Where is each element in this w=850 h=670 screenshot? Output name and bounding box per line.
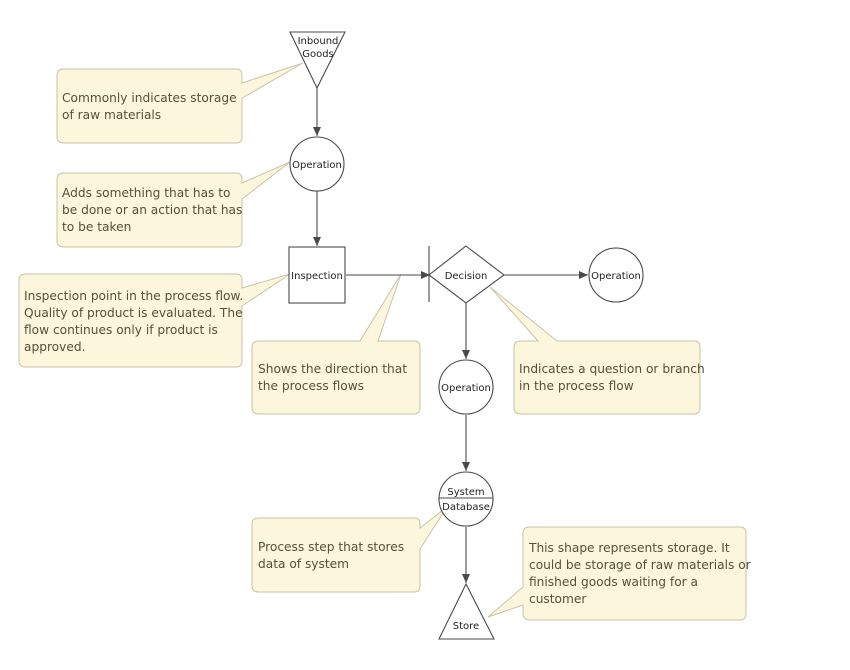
callout-store-line-2: could be storage of raw materials or xyxy=(529,558,752,572)
node-operation-2[interactable]: Operation xyxy=(438,359,494,415)
callout-decision-line-1: Indicates a question or branch xyxy=(519,362,705,376)
split-circle-shape xyxy=(438,471,494,527)
callout-decision-shape xyxy=(489,286,701,415)
callout-store-line-4: customer xyxy=(529,592,587,606)
node-operation-1-label: Operation xyxy=(292,160,342,171)
callout-store-line-3: finished goods waiting for a xyxy=(529,575,698,589)
callout-operation-line-2: be done or an action that has xyxy=(62,203,242,217)
process-flow-diagram: Commonly indicates storage of raw materi… xyxy=(18,31,752,640)
callout-decision: Indicates a question or branch in the pr… xyxy=(489,286,705,415)
node-inspection-label: Inspection xyxy=(291,271,343,282)
callout-storage-raw: Commonly indicates storage of raw materi… xyxy=(56,62,304,144)
node-system-database[interactable]: System Database xyxy=(438,471,494,527)
callout-direction-line-2: the process flows xyxy=(258,379,364,393)
callout-operation-line-1: Adds something that has to xyxy=(62,186,231,200)
node-inbound-goods[interactable]: Inbound Goods xyxy=(289,31,346,90)
callout-inspection: Inspection point in the process flow. Qu… xyxy=(18,273,291,368)
callout-decision-line-2: in the process flow xyxy=(519,379,634,393)
callout-inspection-line-4: approved. xyxy=(24,340,85,354)
node-decision-label: Decision xyxy=(445,271,488,282)
callout-database-line-1: Process step that stores xyxy=(258,540,404,554)
callout-database-line-2: data of system xyxy=(258,557,349,571)
callout-operation: Adds something that has to be done or an… xyxy=(56,161,291,248)
callout-inspection-line-3: flow continues only if product is xyxy=(24,323,218,337)
callout-inspection-line-1: Inspection point in the process flow. xyxy=(24,289,243,303)
callout-operation-line-3: to be taken xyxy=(62,220,131,234)
node-inbound-goods-line-1: Inbound xyxy=(298,36,339,47)
node-inspection[interactable]: Inspection xyxy=(288,246,346,304)
callout-storage-raw-line-2: of raw materials xyxy=(62,108,161,122)
callout-inspection-line-2: Quality of product is evaluated. The xyxy=(24,306,243,320)
node-system-database-line-1: System xyxy=(447,487,484,498)
callout-direction-line-1: Shows the direction that xyxy=(258,362,407,376)
callout-store-line-1: This shape represents storage. It xyxy=(528,541,730,555)
node-system-database-line-2: Database xyxy=(442,502,490,513)
callout-database: Process step that stores data of system xyxy=(251,506,448,593)
node-operation-1[interactable]: Operation xyxy=(289,136,345,192)
callout-storage-raw-line-1: Commonly indicates storage xyxy=(62,91,237,105)
node-operation-2-label: Operation xyxy=(441,383,491,394)
node-decision[interactable]: Decision xyxy=(428,245,505,304)
node-store-label: Store xyxy=(453,621,479,632)
node-store[interactable]: Store xyxy=(438,582,495,640)
node-operation-right[interactable]: Operation xyxy=(588,247,644,303)
callout-store: This shape represents storage. It could … xyxy=(487,526,752,621)
node-inbound-goods-line-2: Goods xyxy=(302,49,334,60)
node-operation-right-label: Operation xyxy=(591,271,641,282)
